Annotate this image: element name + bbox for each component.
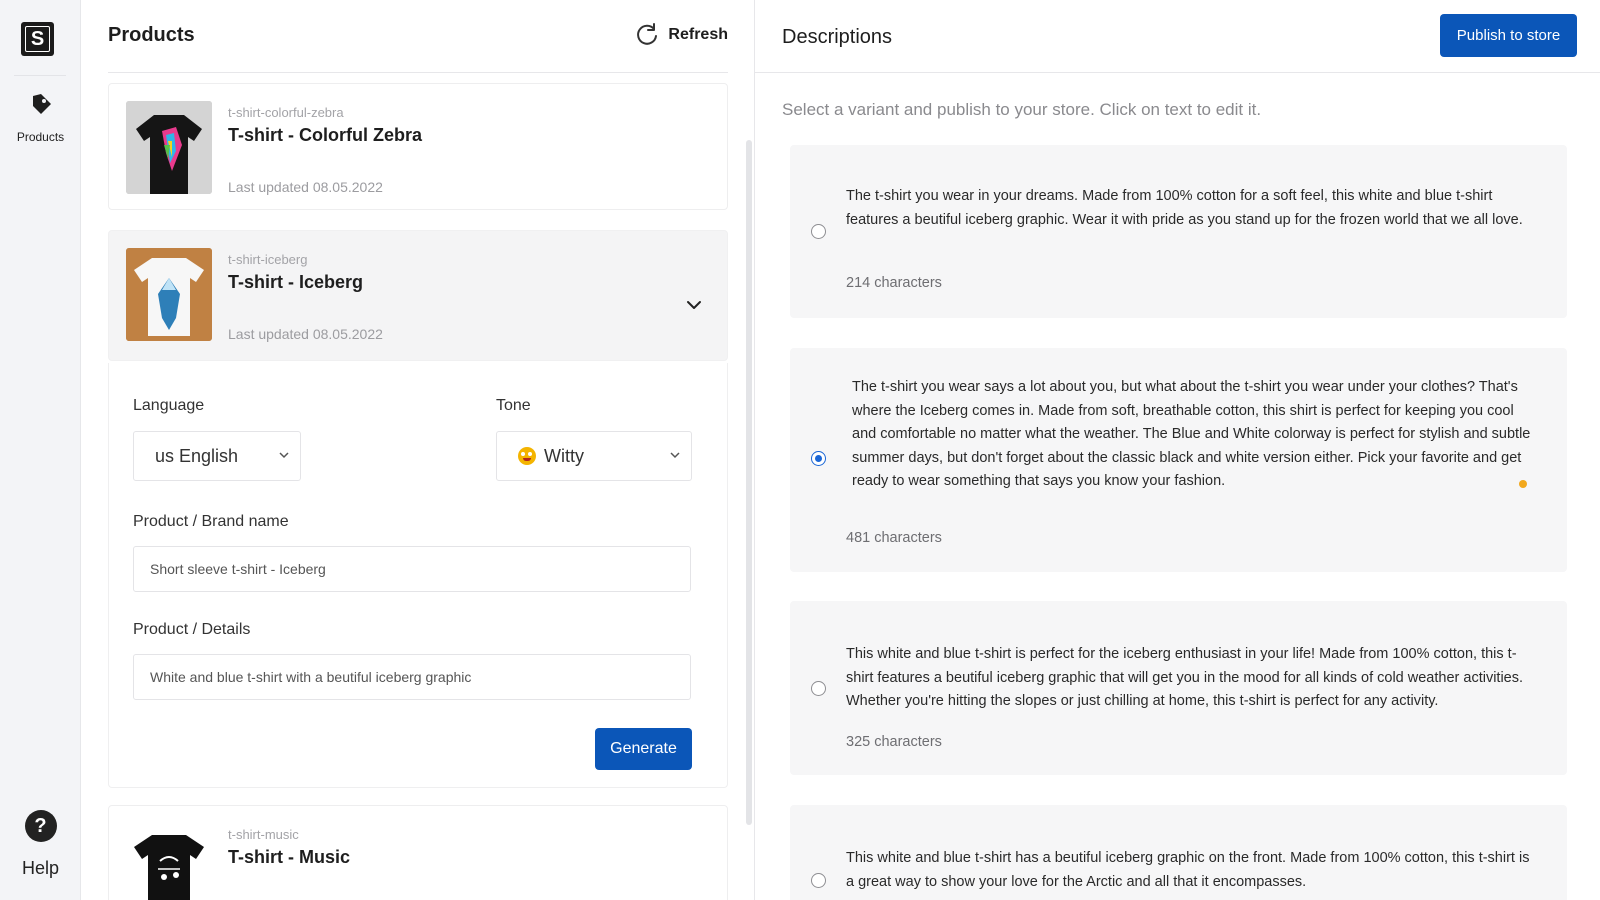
- rail-divider: [14, 75, 66, 76]
- generate-label: Generate: [610, 740, 677, 757]
- variant-char-count: 325 characters: [846, 734, 942, 750]
- variant-char-count: 481 characters: [846, 530, 942, 546]
- product-card-music[interactable]: t-shirt-music T-shirt - Music: [108, 805, 728, 900]
- tone-value: Witty: [544, 445, 584, 466]
- tag-icon: [32, 94, 51, 114]
- descriptions-hint: Select a variant and publish to your sto…: [782, 100, 1262, 119]
- variant-text[interactable]: The t-shirt you wear in your dreams. Mad…: [846, 185, 1536, 232]
- details-value: White and blue t-shirt with a beutiful i…: [150, 669, 472, 685]
- product-name: T-shirt - Colorful Zebra: [228, 125, 423, 145]
- descriptions-panel: Descriptions Publish to store Select a v…: [755, 0, 1600, 900]
- variant-card[interactable]: This white and blue t-shirt has a beutif…: [790, 805, 1567, 900]
- help-button[interactable]: ? Help: [0, 810, 81, 879]
- product-thumbnail-music: [126, 823, 212, 900]
- variant-radio[interactable]: [811, 681, 826, 696]
- product-card-zebra[interactable]: t-shirt-colorful-zebra T-shirt - Colorfu…: [108, 83, 728, 210]
- variant-card-selected[interactable]: The t-shirt you wear says a lot about yo…: [790, 348, 1567, 572]
- tone-select[interactable]: Witty: [496, 431, 692, 481]
- product-updated: Last updated 08.05.2022: [228, 326, 383, 342]
- emoji-icon: [518, 447, 536, 465]
- product-card-iceberg[interactable]: t-shirt-iceberg T-shirt - Iceberg Last u…: [108, 230, 728, 361]
- product-thumbnail-zebra: [126, 101, 212, 194]
- app-logo[interactable]: S: [21, 22, 54, 56]
- refresh-icon: [637, 23, 658, 45]
- variant-text[interactable]: This white and blue t-shirt is perfect f…: [846, 643, 1536, 714]
- descriptions-header: Descriptions Publish to store: [755, 0, 1600, 73]
- product-slug: t-shirt-iceberg: [228, 252, 308, 267]
- language-value: us English: [155, 445, 239, 466]
- details-input[interactable]: White and blue t-shirt with a beutiful i…: [133, 654, 691, 700]
- products-header: Products Refresh: [108, 0, 728, 73]
- variant-text[interactable]: This white and blue t-shirt has a beutif…: [846, 847, 1536, 894]
- left-rail: S Products ? Help: [0, 0, 81, 900]
- chevron-down-icon: [279, 452, 289, 459]
- variant-char-count: 214 characters: [846, 275, 942, 291]
- variant-radio-selected[interactable]: [811, 451, 826, 466]
- tone-label: Tone: [496, 397, 531, 414]
- generate-button[interactable]: Generate: [595, 728, 692, 770]
- language-select[interactable]: us English: [133, 431, 301, 481]
- variant-card[interactable]: The t-shirt you wear in your dreams. Mad…: [790, 145, 1567, 318]
- product-updated: Last updated 08.05.2022: [228, 179, 383, 195]
- rail-item-products-label: Products: [16, 130, 65, 144]
- variant-radio[interactable]: [811, 873, 826, 888]
- publish-button[interactable]: Publish to store: [1440, 14, 1577, 57]
- publish-label: Publish to store: [1456, 27, 1561, 44]
- descriptions-title: Descriptions: [782, 26, 893, 48]
- refresh-label: Refresh: [668, 26, 728, 43]
- brand-name-label: Product / Brand name: [133, 513, 289, 530]
- variant-radio[interactable]: [811, 224, 826, 239]
- product-name: T-shirt - Iceberg: [228, 272, 364, 292]
- variant-card[interactable]: This white and blue t-shirt is perfect f…: [790, 601, 1567, 775]
- product-thumbnail-iceberg: [126, 248, 212, 341]
- help-icon: ?: [24, 810, 57, 842]
- products-scrollbar[interactable]: [746, 140, 752, 825]
- product-slug: t-shirt-music: [228, 827, 299, 842]
- chevron-down-icon: [670, 452, 680, 459]
- logo-letter: S: [25, 26, 50, 52]
- variant-text[interactable]: The t-shirt you wear says a lot about yo…: [852, 376, 1532, 494]
- brand-name-value: Short sleeve t-shirt - Iceberg: [150, 561, 326, 577]
- refresh-button[interactable]: Refresh: [635, 23, 728, 47]
- chevron-down-icon[interactable]: [686, 297, 702, 313]
- help-label: Help: [21, 858, 60, 878]
- product-slug: t-shirt-colorful-zebra: [228, 105, 344, 120]
- product-name: T-shirt - Music: [228, 847, 351, 867]
- language-label: Language: [133, 397, 205, 414]
- unsaved-indicator: [1519, 480, 1527, 488]
- details-label: Product / Details: [133, 621, 251, 638]
- generate-form: Language us English Tone Witty Product /…: [108, 363, 728, 788]
- brand-name-input[interactable]: Short sleeve t-shirt - Iceberg: [133, 546, 691, 592]
- products-title: Products: [108, 24, 195, 46]
- products-panel: Products Refresh t-shirt-colorful-zebra …: [81, 0, 755, 900]
- rail-item-products[interactable]: Products: [0, 92, 81, 144]
